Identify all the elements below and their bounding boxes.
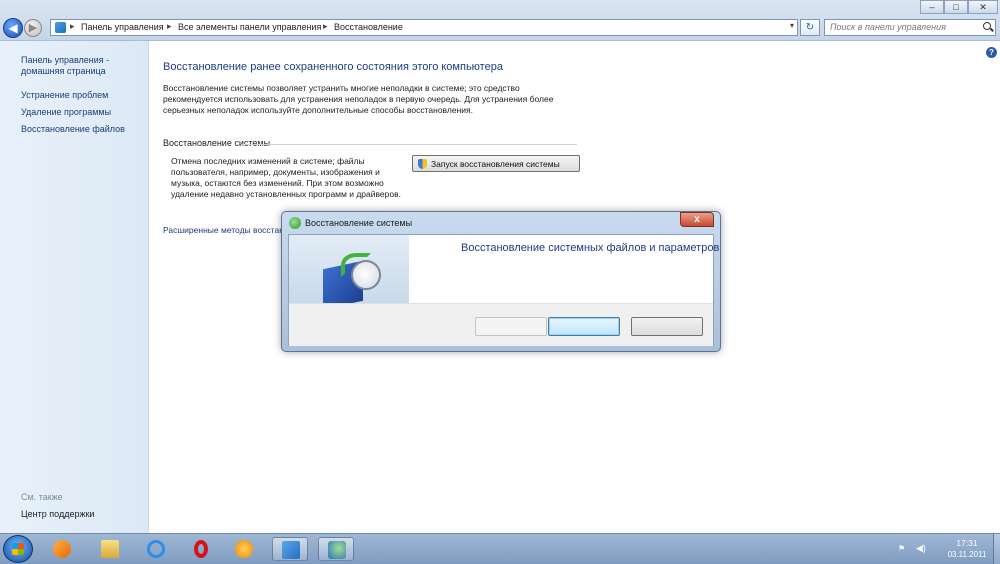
sidebar-item-file-recovery[interactable]: Восстановление файлов xyxy=(21,124,125,135)
dialog-client-area: Восстановление системных файлов и параме… xyxy=(288,234,719,346)
sidebar-item-troubleshooting[interactable]: Устранение проблем xyxy=(21,90,108,101)
taskbar-internet-explorer[interactable] xyxy=(138,537,174,561)
mail-agent-icon xyxy=(235,540,253,558)
advanced-recovery-link[interactable]: Расширенные методы восстан xyxy=(163,225,284,235)
forward-button[interactable]: ▶ xyxy=(24,19,42,37)
sidebar-item-control-panel-home[interactable]: Панель управления - xyxy=(21,55,109,66)
system-restore-icon xyxy=(328,541,346,559)
back-button[interactable]: ◀ xyxy=(3,18,23,38)
help-icon[interactable]: ? xyxy=(986,47,997,58)
taskbar-control-panel[interactable] xyxy=(272,537,308,561)
system-restore-dialog: Восстановление системы x Восстановление … xyxy=(281,211,721,352)
close-window-button[interactable]: ✕ xyxy=(968,0,998,14)
explorer-top-bar: – □ ✕ ◀ ▶ ▸ Панель управления ▸ Все элем… xyxy=(0,0,1000,41)
section-description: Отмена последних изменений в системе; фа… xyxy=(171,156,401,199)
breadcrumb-recovery[interactable]: Восстановление xyxy=(334,22,403,32)
page-description: Восстановление системы позволяет устрани… xyxy=(163,83,554,115)
section-title: Восстановление системы xyxy=(163,138,271,148)
windows-logo-icon xyxy=(12,543,24,555)
breadcrumb-separator[interactable]: ▸ xyxy=(70,21,75,32)
search-input[interactable]: Поиск в панели управления xyxy=(824,19,996,36)
opera-icon xyxy=(194,540,208,558)
search-placeholder: Поиск в панели управления xyxy=(830,22,946,32)
search-icon[interactable] xyxy=(983,22,991,30)
launch-system-restore-button[interactable]: Запуск восстановления системы xyxy=(412,155,580,172)
sidebar-item-control-panel-home-line2[interactable]: домашняя страница xyxy=(21,66,106,77)
minimize-button[interactable]: – xyxy=(920,0,944,14)
back-step-button[interactable] xyxy=(475,317,547,336)
clock-time[interactable]: 17:31 xyxy=(947,538,987,548)
next-step-button[interactable] xyxy=(548,317,620,336)
taskbar-explorer[interactable] xyxy=(92,537,128,561)
breadcrumb-all-items[interactable]: Все элементы панели управления xyxy=(178,22,321,32)
sidebar-item-action-center[interactable]: Центр поддержки xyxy=(21,509,94,520)
uac-shield-icon xyxy=(418,159,427,169)
breadcrumb-separator[interactable]: ▸ xyxy=(167,21,172,32)
taskbar-opera[interactable] xyxy=(183,537,219,561)
control-panel-icon xyxy=(55,22,66,33)
see-also-heading: См. также xyxy=(21,492,63,502)
page-title: Восстановление ранее сохраненного состоя… xyxy=(163,61,503,73)
maximize-button[interactable]: □ xyxy=(944,0,968,14)
control-panel-icon xyxy=(282,541,300,559)
dialog-title: Восстановление системы xyxy=(305,218,413,228)
dialog-button-bar xyxy=(289,303,713,346)
refresh-button[interactable]: ↻ xyxy=(800,19,820,36)
restore-illustration xyxy=(289,235,409,303)
restore-arrow-icon xyxy=(341,253,371,277)
volume-icon[interactable]: ◀) xyxy=(916,543,926,554)
taskbar-media-player[interactable] xyxy=(44,537,80,561)
media-player-icon xyxy=(53,540,71,558)
taskbar-mail-agent[interactable] xyxy=(226,537,262,561)
sidebar-item-uninstall-program[interactable]: Удаление программы xyxy=(21,107,111,118)
chevron-down-icon[interactable]: ▾ xyxy=(790,21,794,30)
clock-date[interactable]: 03.11.2011 xyxy=(942,550,992,559)
address-bar[interactable]: ▸ Панель управления ▸ Все элементы панел… xyxy=(50,19,798,36)
internet-explorer-icon xyxy=(147,540,165,558)
breadcrumb-separator[interactable]: ▸ xyxy=(323,21,328,32)
folder-icon xyxy=(101,540,119,558)
action-center-flag-icon[interactable]: ⚑ xyxy=(898,544,905,553)
start-button[interactable] xyxy=(3,535,33,563)
section-divider xyxy=(241,144,577,145)
cancel-button[interactable] xyxy=(631,317,703,336)
system-restore-icon xyxy=(289,217,301,229)
dialog-heading: Восстановление системных файлов и параме… xyxy=(461,242,720,254)
show-desktop-button[interactable] xyxy=(993,534,1000,564)
dialog-close-button[interactable]: x xyxy=(680,212,714,227)
taskbar-system-restore[interactable] xyxy=(318,537,354,561)
taskbar: ⚑ ◀) 17:31 03.11.2011 xyxy=(0,533,1000,564)
sidebar: Панель управления - домашняя страница Ус… xyxy=(0,41,149,533)
launch-button-label: Запуск восстановления системы xyxy=(431,159,560,169)
breadcrumb-control-panel[interactable]: Панель управления xyxy=(81,22,164,32)
